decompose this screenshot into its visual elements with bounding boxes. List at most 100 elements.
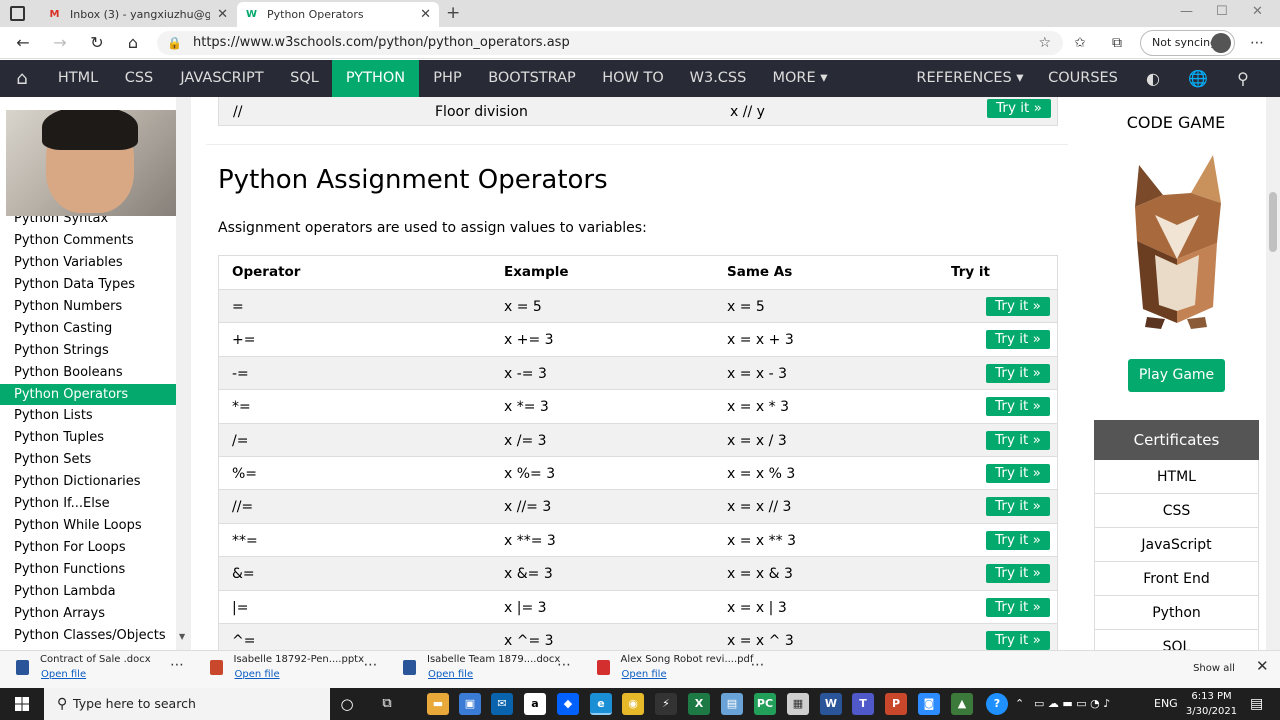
excel-icon[interactable]: X — [688, 693, 710, 715]
help-icon[interactable]: ? — [986, 693, 1008, 715]
sidebar-item-python-operators[interactable]: Python Operators — [0, 384, 176, 405]
calculator-icon[interactable]: ▦ — [787, 693, 809, 715]
reference-link-javascript[interactable]: JavaScript — [1094, 528, 1259, 562]
tab-gmail[interactable]: M Inbox (3) - yangxiuzhu@gmail.co ✕ — [40, 2, 236, 27]
more-options-icon[interactable]: ⋯ — [557, 657, 571, 673]
favorites-icon[interactable]: ✩ — [1068, 31, 1092, 55]
notepad-icon[interactable]: ▤ — [721, 693, 743, 715]
edge-icon[interactable]: e — [590, 693, 612, 715]
powerpoint-icon[interactable]: P — [885, 693, 907, 715]
pycharm-icon[interactable]: PC — [754, 693, 776, 715]
sidebar-item-python-while-loops[interactable]: Python While Loops — [0, 515, 176, 536]
forward-arrow-icon[interactable]: → — [48, 31, 72, 55]
try-it-button[interactable]: Try it » — [986, 631, 1050, 650]
scroll-down-icon[interactable]: ▼ — [179, 632, 185, 641]
sidebar-item-python-data-types[interactable]: Python Data Types — [0, 274, 176, 295]
close-download-bar-icon[interactable]: ✕ — [1256, 657, 1269, 675]
try-it-button[interactable]: Try it » — [987, 99, 1051, 118]
nav-php[interactable]: PHP — [419, 60, 476, 97]
sidebar-item-python-for-loops[interactable]: Python For Loops — [0, 537, 176, 558]
reference-link-front-end[interactable]: Front End — [1094, 562, 1259, 596]
store-icon[interactable]: ▣ — [459, 693, 481, 715]
sidebar-item-python-numbers[interactable]: Python Numbers — [0, 296, 176, 317]
new-tab-button[interactable]: + — [446, 2, 460, 24]
more-options-icon[interactable]: ⋯ — [364, 657, 378, 673]
sidebar-item-python-variables[interactable]: Python Variables — [0, 252, 176, 273]
maximize-icon[interactable]: ☐ — [1216, 4, 1228, 19]
mail-icon[interactable]: ✉ — [491, 693, 513, 715]
try-it-button[interactable]: Try it » — [986, 497, 1050, 517]
dropbox-icon[interactable]: ◆ — [557, 693, 579, 715]
nav-css[interactable]: CSS — [111, 60, 167, 97]
tab-python-operators[interactable]: W Python Operators ✕ — [237, 2, 439, 27]
open-file-link[interactable]: Open file — [428, 669, 473, 680]
word-icon[interactable]: W — [820, 693, 842, 715]
download-item[interactable]: Isabelle 18792-Pen....pptx Open file ⋯ — [194, 651, 384, 689]
chrome-icon[interactable]: ◉ — [622, 693, 644, 715]
search-icon[interactable]: ⚲ — [1228, 60, 1258, 97]
try-it-button[interactable]: Try it » — [986, 430, 1050, 450]
reference-link-sql[interactable]: SQL — [1094, 630, 1259, 650]
nav-python[interactable]: PYTHON — [332, 60, 419, 97]
reference-link-html[interactable]: HTML — [1094, 460, 1259, 494]
close-icon[interactable]: ✕ — [217, 2, 228, 27]
app-icon[interactable]: ▲ — [951, 693, 973, 715]
taskbar-clock[interactable]: 6:13 PM 3/30/2021 — [1184, 689, 1239, 719]
try-it-button[interactable]: Try it » — [986, 564, 1050, 584]
nav-javascript[interactable]: JAVASCRIPT — [167, 60, 277, 97]
settings-more-icon[interactable]: ⋯ — [1245, 31, 1269, 55]
nav-how-to[interactable]: HOW TO — [588, 60, 678, 97]
window-menu-icon[interactable] — [10, 6, 25, 21]
sidebar-item-python-lists[interactable]: Python Lists — [0, 405, 176, 426]
try-it-button[interactable]: Try it » — [986, 330, 1050, 350]
play-game-button[interactable]: Play Game — [1128, 359, 1225, 392]
sync-button[interactable]: Not syncing — [1140, 30, 1235, 56]
reference-link-python[interactable]: Python — [1094, 596, 1259, 630]
nav-courses[interactable]: COURSES — [1036, 60, 1130, 97]
sidebar-item-python-comments[interactable]: Python Comments — [0, 230, 176, 251]
python-launcher-icon[interactable]: ⚡ — [655, 693, 677, 715]
tray-icons[interactable]: ▭ ☁ ▬ ▭ ◔ ♪ — [1034, 688, 1110, 720]
file-explorer-icon[interactable]: ▬ — [427, 693, 449, 715]
close-icon[interactable]: ✕ — [420, 2, 431, 27]
tray-expand-icon[interactable]: ⌃ — [1015, 688, 1024, 720]
home-icon[interactable]: ⌂ — [121, 31, 145, 55]
sidebar-item-python-sets[interactable]: Python Sets — [0, 449, 176, 470]
show-all-button[interactable]: Show all — [1188, 660, 1240, 678]
download-item[interactable]: Contract of Sale .docx Open file ⋯ — [0, 651, 190, 689]
notification-icon[interactable]: ▤ — [1250, 688, 1263, 720]
sidebar-item-python-casting[interactable]: Python Casting — [0, 318, 176, 339]
teams-icon[interactable]: T — [852, 693, 874, 715]
page-scrollbar[interactable] — [1266, 97, 1280, 650]
home-icon[interactable]: ⌂ — [0, 60, 44, 97]
try-it-button[interactable]: Try it » — [986, 464, 1050, 483]
add-favorite-icon[interactable]: ☆ — [1038, 31, 1051, 55]
windows-start-icon[interactable] — [0, 688, 44, 720]
minimize-icon[interactable]: — — [1180, 4, 1193, 19]
sidebar-item-python-booleans[interactable]: Python Booleans — [0, 362, 176, 383]
reference-link-css[interactable]: CSS — [1094, 494, 1259, 528]
nav-references[interactable]: REFERENCES ▾ — [907, 60, 1033, 97]
sidebar-item-python-classes-objects[interactable]: Python Classes/Objects — [0, 625, 176, 646]
sidebar-item-python-functions[interactable]: Python Functions — [0, 559, 176, 580]
more-options-icon[interactable]: ⋯ — [170, 657, 184, 673]
try-it-button[interactable]: Try it » — [986, 530, 1050, 550]
nav-bootstrap[interactable]: BOOTSTRAP — [476, 60, 588, 97]
nav-html[interactable]: HTML — [45, 60, 111, 97]
sidebar-item-python-if-else[interactable]: Python If...Else — [0, 493, 176, 514]
back-arrow-icon[interactable]: ← — [11, 31, 35, 55]
sidebar-item-python-arrays[interactable]: Python Arrays — [0, 603, 176, 624]
task-view-icon[interactable]: ⧉ — [376, 693, 398, 715]
dark-mode-icon[interactable]: ◐ — [1138, 60, 1168, 97]
sidebar-item-python-dictionaries[interactable]: Python Dictionaries — [0, 471, 176, 492]
sidebar-item-python-tuples[interactable]: Python Tuples — [0, 427, 176, 448]
cortana-icon[interactable]: ○ — [336, 693, 358, 715]
open-file-link[interactable]: Open file — [622, 669, 667, 680]
taskbar-search-input[interactable]: ⚲ Type here to search — [44, 688, 330, 720]
try-it-button[interactable]: Try it » — [986, 397, 1050, 417]
globe-icon[interactable]: 🌐 — [1183, 60, 1213, 97]
nav-sql[interactable]: SQL — [277, 60, 332, 97]
window-close-icon[interactable]: ✕ — [1252, 4, 1263, 19]
language-indicator[interactable]: ENG — [1154, 688, 1178, 720]
try-it-button[interactable]: Try it » — [986, 363, 1050, 383]
